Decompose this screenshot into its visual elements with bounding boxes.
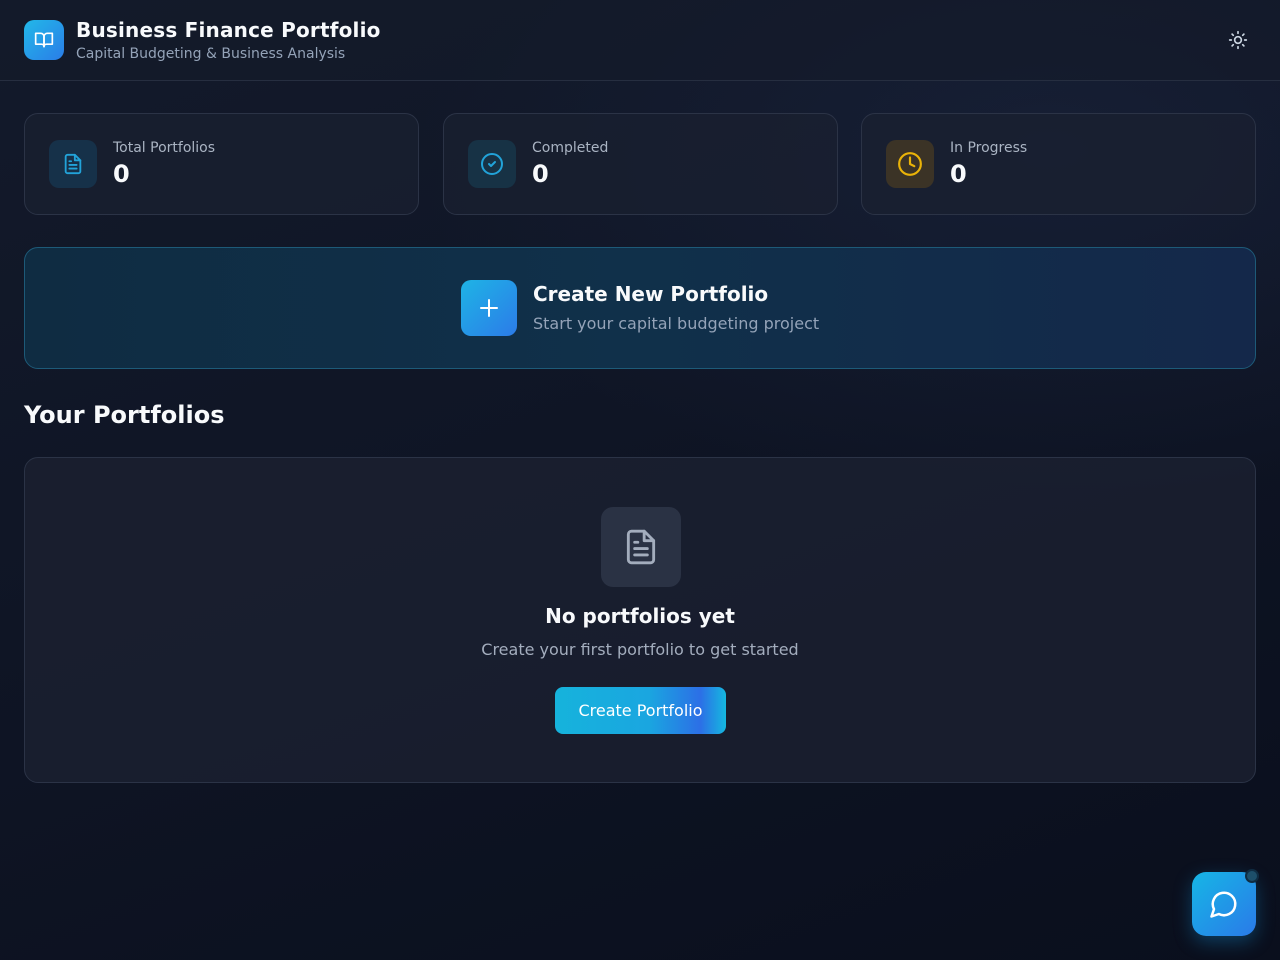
create-card-title: Create New Portfolio [533,282,769,306]
stat-label: In Progress [950,140,1028,156]
stat-icon-container [468,140,516,188]
app-header: Business Finance Portfolio Capital Budge… [0,0,1280,81]
empty-state-title: No portfolios yet [545,604,735,628]
stat-label: Total Portfolios [113,140,216,156]
check-circle-icon [481,153,503,175]
app-subtitle: Capital Budgeting & Business Analysis [76,46,346,62]
create-portfolio-button[interactable]: Create Portfolio [555,687,726,734]
stat-value: 0 [113,160,130,188]
stat-icon-container [49,140,97,188]
book-open-icon [34,32,54,48]
stat-card-in-progress: In Progress 0 [861,113,1256,215]
section-title: Your Portfolios [24,401,225,429]
file-text-icon [626,529,656,565]
app-title: Business Finance Portfolio [76,18,381,42]
portfolios-empty-state: No portfolios yet Create your first port… [24,457,1256,783]
file-text-icon [64,153,82,175]
notification-dot [1245,869,1259,883]
stat-value: 0 [950,160,967,188]
create-plus-button[interactable] [461,280,517,336]
app-logo [24,20,64,60]
create-new-portfolio-card[interactable]: Create New Portfolio Start your capital … [24,247,1256,369]
create-card-subtitle: Start your capital budgeting project [533,314,820,333]
stat-value: 0 [532,160,549,188]
chat-button[interactable] [1192,872,1256,936]
stat-label: Completed [532,140,609,156]
sun-icon [1228,30,1248,50]
empty-state-icon-container [601,507,681,587]
theme-toggle-button[interactable] [1222,24,1254,56]
empty-state-subtitle: Create your first portfolio to get start… [481,640,799,659]
stat-card-total-portfolios: Total Portfolios 0 [24,113,419,215]
stat-card-completed: Completed 0 [443,113,838,215]
message-circle-icon [1210,891,1237,918]
clock-icon [898,152,922,176]
plus-icon [480,299,498,317]
stat-icon-container [886,140,934,188]
